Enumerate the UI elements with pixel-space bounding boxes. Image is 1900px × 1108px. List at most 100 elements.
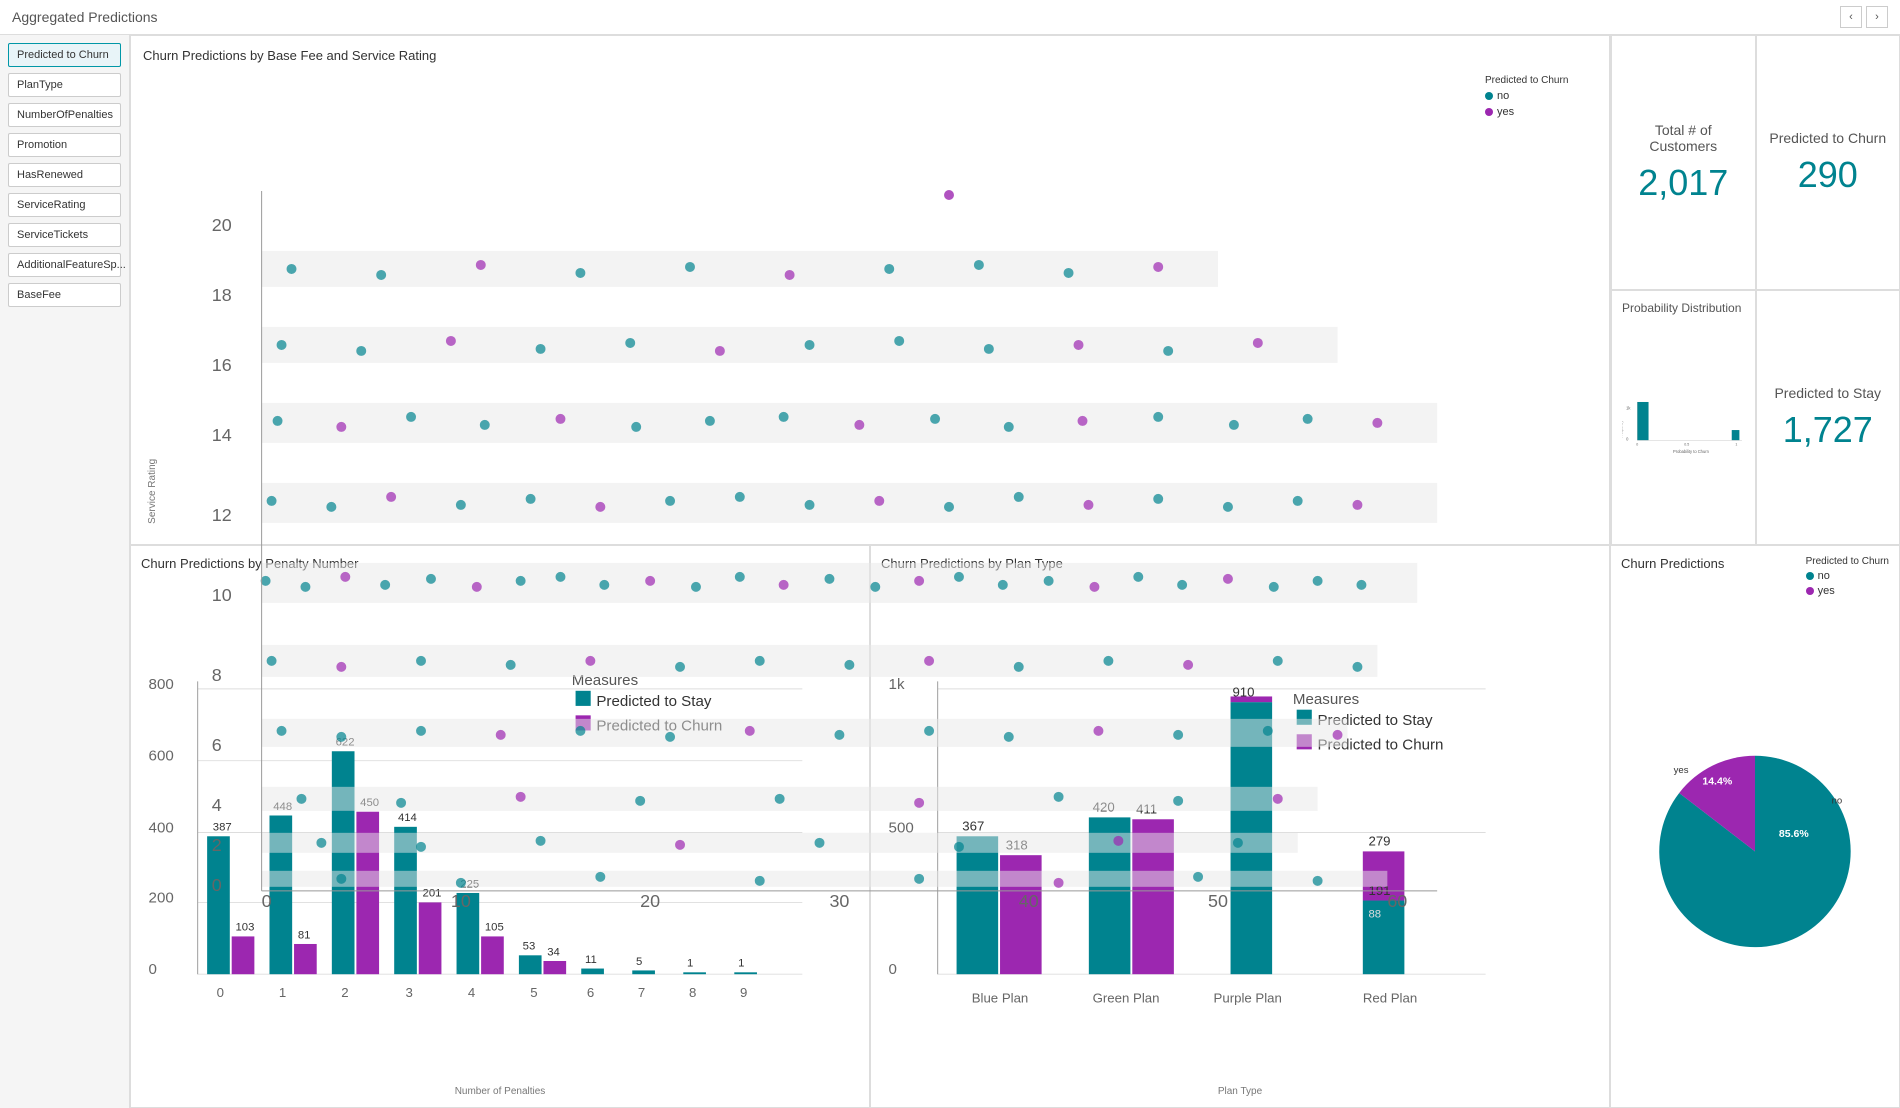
svg-text:14.4%: 14.4% (1702, 776, 1732, 788)
pie-yes-label: yes (1818, 585, 1835, 597)
svg-text:1: 1 (738, 958, 744, 970)
scatter-yes-label: yes (1497, 106, 1514, 118)
svg-text:1: 1 (279, 985, 286, 1000)
svg-text:0.5: 0.5 (1684, 442, 1689, 446)
sidebar-item-service-tickets[interactable]: ServiceTickets (8, 223, 121, 247)
svg-text:12: 12 (212, 505, 232, 525)
svg-text:Probability to Churn: Probability to Churn (1673, 449, 1709, 454)
nav-next-button[interactable]: › (1866, 6, 1888, 28)
kpi-predicted-stay-label: Predicted to Stay (1774, 385, 1881, 401)
pie-legend-no: no (1806, 570, 1889, 582)
svg-text:1: 1 (1735, 442, 1737, 446)
scatter-panel: Churn Predictions by Base Fee and Servic… (130, 35, 1610, 545)
probability-distribution-chart: 1k 0 Frequency 0 0.5 1 Probability to Ch… (1622, 321, 1745, 534)
svg-text:9: 9 (740, 985, 747, 1000)
pie-legend-title: Predicted to Churn (1806, 556, 1889, 567)
scatter-chart-area: Service Rating .tick-text { font-size: 9… (143, 71, 1597, 911)
kpi-total-customers-label: Total # of Customers (1624, 122, 1743, 154)
main-layout: Predicted to Churn PlanType NumberOfPena… (0, 35, 1900, 1108)
plantype-bar-x-label: Plan Type (881, 1086, 1599, 1097)
svg-text:0: 0 (1636, 442, 1638, 446)
svg-text:60: 60 (1387, 891, 1407, 911)
scatter-legend-yes: yes (1485, 106, 1589, 118)
svg-text:10: 10 (451, 891, 471, 911)
churn-predictions-title: Churn Predictions (1621, 556, 1724, 571)
svg-text:no: no (1832, 796, 1843, 807)
svg-text:0: 0 (1626, 436, 1629, 441)
svg-text:5: 5 (636, 956, 642, 968)
kpi-predicted-stay: Predicted to Stay 1,727 (1756, 290, 1900, 545)
svg-text:3: 3 (406, 985, 413, 1000)
sidebar-item-number-of-penalties[interactable]: NumberOfPenalties (8, 103, 121, 127)
svg-text:1k: 1k (1626, 406, 1631, 411)
svg-text:Blue Plan: Blue Plan (972, 991, 1029, 1006)
svg-text:1: 1 (687, 958, 693, 970)
svg-text:30: 30 (829, 891, 849, 911)
app-header: Aggregated Predictions ‹ › (0, 0, 1900, 35)
sidebar: Predicted to Churn PlanType NumberOfPena… (0, 35, 130, 1108)
svg-text:2: 2 (212, 835, 222, 855)
svg-text:2: 2 (341, 985, 348, 1000)
svg-text:50: 50 (1208, 891, 1228, 911)
svg-text:6: 6 (587, 985, 594, 1000)
sidebar-item-base-fee[interactable]: BaseFee (8, 283, 121, 307)
churn-predictions-panel: Churn Predictions Predicted to Churn no … (1610, 545, 1900, 1108)
svg-text:Red Plan: Red Plan (1363, 991, 1417, 1006)
svg-text:8: 8 (212, 665, 222, 685)
svg-text:4: 4 (468, 985, 475, 1000)
sidebar-item-additional-feature-sp[interactable]: AdditionalFeatureSp... (8, 253, 121, 277)
svg-text:103: 103 (235, 922, 254, 934)
sidebar-item-plantype[interactable]: PlanType (8, 73, 121, 97)
scatter-legend-no: no (1485, 90, 1589, 102)
pie-no-dot (1806, 572, 1814, 580)
kpi-total-customers: Total # of Customers 2,017 (1611, 35, 1756, 290)
svg-text:20: 20 (640, 891, 660, 911)
probability-distribution-panel: Probability Distribution 1k 0 Frequency … (1611, 290, 1756, 545)
svg-text:8: 8 (689, 985, 696, 1000)
scatter-legend: Predicted to Churn no yes (1477, 71, 1597, 911)
app-title: Aggregated Predictions (12, 9, 158, 25)
svg-text:34: 34 (547, 946, 560, 958)
scatter-legend-title: Predicted to Churn (1485, 75, 1589, 86)
nav-arrows: ‹ › (1840, 6, 1888, 28)
svg-text:6: 6 (212, 735, 222, 755)
scatter-title: Churn Predictions by Base Fee and Servic… (143, 48, 1597, 63)
svg-text:4: 4 (212, 795, 222, 815)
pie-no-label: no (1818, 570, 1830, 582)
sidebar-item-has-renewed[interactable]: HasRenewed (8, 163, 121, 187)
svg-text:0: 0 (217, 985, 224, 1000)
scatter-yes-dot (1485, 108, 1493, 116)
pie-legend: Predicted to Churn no yes (1806, 556, 1889, 597)
svg-text:0: 0 (149, 961, 157, 978)
kpi-predicted-churn-value: 290 (1798, 154, 1858, 196)
sidebar-item-promotion[interactable]: Promotion (8, 133, 121, 157)
svg-text:0: 0 (889, 961, 897, 978)
scatter-no-dot (1485, 92, 1493, 100)
svg-text:0: 0 (262, 891, 272, 911)
svg-text:81: 81 (298, 929, 311, 941)
svg-text:18: 18 (212, 285, 232, 305)
svg-text:14: 14 (212, 425, 232, 445)
svg-text:0: 0 (212, 875, 222, 895)
svg-text:Purple Plan: Purple Plan (1214, 991, 1282, 1006)
svg-text:Frequency: Frequency (1622, 421, 1624, 438)
kpi-predicted-churn: Predicted to Churn 290 (1756, 35, 1900, 290)
svg-text:Green Plan: Green Plan (1093, 991, 1160, 1006)
svg-text:53: 53 (523, 941, 536, 953)
scatter-chart-inner: .tick-text { font-size: 9px; fill: #666;… (162, 71, 1477, 911)
svg-text:16: 16 (212, 355, 232, 375)
svg-text:85.6%: 85.6% (1779, 828, 1809, 840)
sidebar-item-predicted-to-churn[interactable]: Predicted to Churn (8, 43, 121, 67)
probability-distribution-title: Probability Distribution (1622, 301, 1745, 315)
penalty-bar-x-label: Number of Penalties (141, 1086, 859, 1097)
svg-text:20: 20 (212, 215, 232, 235)
svg-text:105: 105 (485, 922, 504, 934)
right-panels: Total # of Customers 2,017 Predicted to … (1610, 35, 1900, 545)
nav-prev-button[interactable]: ‹ (1840, 6, 1862, 28)
kpi-predicted-churn-label: Predicted to Churn (1769, 130, 1886, 146)
svg-text:40: 40 (1019, 891, 1039, 911)
scatter-svg: .tick-text { font-size: 9px; fill: #666;… (162, 71, 1477, 911)
svg-text:5: 5 (530, 985, 537, 1000)
scatter-no-label: no (1497, 90, 1509, 102)
sidebar-item-service-rating[interactable]: ServiceRating (8, 193, 121, 217)
